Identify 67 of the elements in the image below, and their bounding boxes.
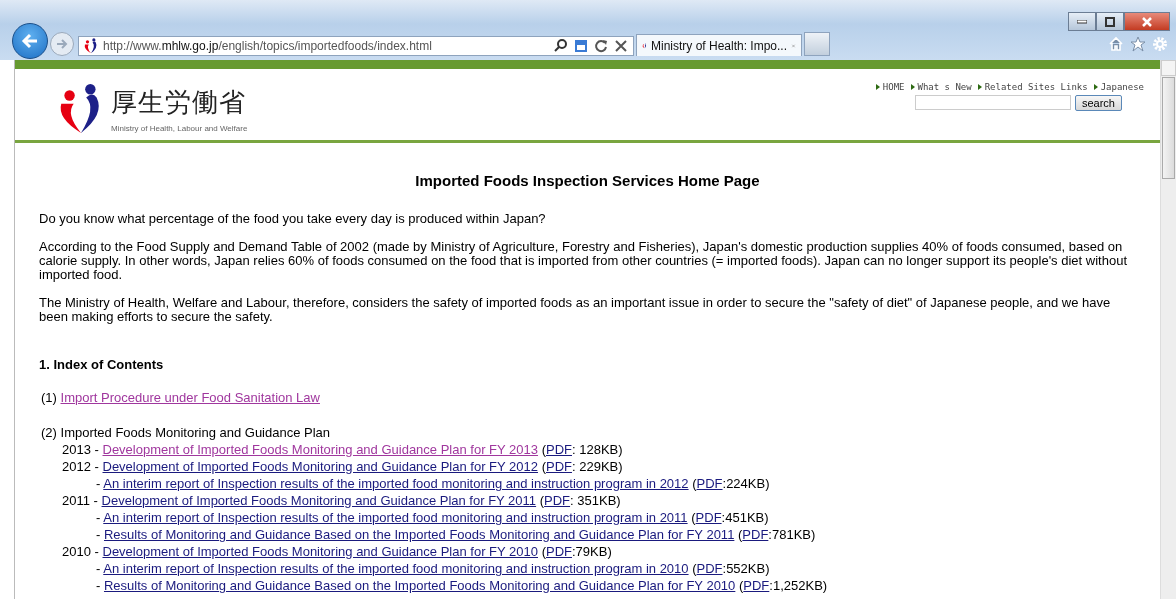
close-button[interactable] — [1124, 12, 1170, 31]
close-icon — [1142, 16, 1152, 27]
minimize-icon — [1077, 19, 1087, 24]
logo-subtitle: Ministry of Health, Labour and Welfare — [111, 123, 248, 133]
compat-view-icon[interactable] — [573, 38, 589, 54]
right-arrow-icon — [56, 38, 68, 50]
pdf-link[interactable]: PDF — [546, 459, 572, 474]
scrollbar[interactable] — [1160, 60, 1176, 599]
list-entry: - Results of Monitoring and Guidance Based on the Imported Foods Monitoring and Guidance Plan for FY 2011 (PDF:781KB) — [96, 526, 817, 543]
close-icon[interactable] — [613, 38, 629, 54]
triangle-icon — [910, 84, 915, 90]
forward-button[interactable] — [50, 32, 74, 56]
home-icon[interactable] — [1108, 36, 1124, 52]
triangle-icon — [1093, 84, 1098, 90]
document-link[interactable]: Development of Imported Foods Monitoring and Guidance Plan for FY 2013 — [102, 442, 538, 457]
pdf-link[interactable]: PDF — [743, 578, 770, 593]
document-link[interactable]: Development of Imported Foods Monitoring and Guidance Plan for FY 2010 — [102, 544, 538, 559]
document-link[interactable]: Import Procedure under Food Sanitation Law — [60, 390, 320, 405]
list-entry: 2011 - Development of Imported Foods Monitoring and Guidance Plan for FY 2011 (PDF: 351KB) — [62, 492, 622, 509]
document-link[interactable]: Results of Monitoring and Guidance Based on the Imported Foods Monitoring and Guidance Plan for FY 2011 — [103, 527, 735, 542]
nav-link[interactable]: Japanese — [1093, 82, 1144, 92]
browser-tab[interactable]: Ministry of Health: Impo... — [636, 34, 802, 56]
triangle-icon — [875, 84, 880, 90]
list-entry: 2010 - Development of Imported Foods Monitoring and Guidance Plan for FY 2010 (PDF:79KB) — [62, 543, 613, 560]
refresh-icon[interactable] — [593, 38, 609, 54]
paragraph: According to the Food Supply and Demand Table of 2002 (made by Ministry of Agriculture, Forestry and Fisheries), Japan's domestic production supplies 40% of foods consumed, based on calorie supply. In other words, Japan relies 60% of foods consumed on the food that is imported from other countries (= imported foods). Japan can no longer support its people's diet without imported food. — [39, 240, 1128, 282]
nav-link[interactable]: Related Sites Links — [977, 82, 1088, 92]
maximize-icon — [1105, 16, 1115, 27]
paragraph: Do you know what percentage of the food you take every day is produced within Japan? — [39, 212, 547, 226]
pdf-link[interactable]: PDF — [546, 442, 572, 457]
document-link[interactable]: An interim report of Inspection results of the imported food monitoring and instruction program in 2010 — [103, 561, 689, 576]
heart-figures-logo-icon — [83, 38, 99, 54]
pdf-link[interactable]: PDF — [696, 561, 723, 576]
pdf-link[interactable]: PDF — [696, 476, 723, 491]
paragraph: The Ministry of Health, Welfare and Labour, therefore, considers the safety of imported foods as an important issue in order to secure the "safety of diet" of Japanese people, and we have been making efforts to secure the safety. — [39, 296, 1112, 324]
list-heading: (2) Imported Foods Monitoring and Guidance Plan — [41, 424, 332, 441]
logo-text: 厚生労働省 — [111, 86, 246, 117]
triangle-icon — [977, 84, 982, 90]
list-entry: 2012 - Development of Imported Foods Monitoring and Guidance Plan for FY 2012 (PDF: 229KB) — [62, 458, 624, 475]
left-arrow-icon — [21, 32, 39, 50]
star-icon[interactable] — [1130, 36, 1146, 52]
new-tab-button[interactable] — [804, 32, 830, 56]
nav-link[interactable]: HOME — [875, 82, 905, 92]
document-link[interactable]: Results of Monitoring and Guidance Based on the Imported Foods Monitoring and Guidance Plan for FY 2010 — [103, 578, 736, 593]
maximize-button[interactable] — [1096, 12, 1124, 31]
list-entry: - An interim report of Inspection results of the imported food monitoring and instruction program in 2012 (PDF:224KB) — [96, 475, 771, 492]
minimize-button[interactable] — [1068, 12, 1096, 31]
page-heading: Imported Foods Inspection Services Home Page — [414, 174, 761, 188]
pdf-link[interactable]: PDF — [742, 527, 769, 542]
search-button[interactable]: search — [1074, 95, 1122, 111]
pdf-link[interactable]: PDF — [695, 510, 722, 525]
search-icon[interactable] — [553, 38, 569, 54]
document-link[interactable]: An interim report of Inspection results of the imported food monitoring and instruction program in 2011 — [103, 510, 688, 525]
document-link[interactable]: Development of Imported Foods Monitoring and Guidance Plan for FY 2011 — [101, 493, 537, 508]
back-button[interactable] — [12, 23, 48, 59]
list-entry: (1) Import Procedure under Food Sanitation Law — [41, 389, 321, 406]
nav-link[interactable]: What s New — [910, 82, 972, 92]
document-link[interactable]: An interim report of Inspection results of the imported food monitoring and instruction program in 2012 — [103, 476, 689, 491]
address-bar[interactable]: http://www.mhlw.go.jp/english/topics/importedfoods/index.html — [78, 36, 634, 56]
list-entry: - Results of Monitoring and Guidance Based on the Imported Foods Monitoring and Guidance Plan for FY 2010 (PDF:1,252KB) — [96, 577, 829, 594]
pdf-link[interactable]: PDF — [546, 544, 572, 559]
list-entry: - An interim report of Inspection results of the imported food monitoring and instruction program in 2010 (PDF:552KB) — [96, 560, 771, 577]
search-field[interactable] — [914, 95, 1071, 110]
list-entry: - An interim report of Inspection results of the imported food monitoring and instruction program in 2011 (PDF:451KB) — [96, 509, 770, 526]
document-link[interactable]: Development of Imported Foods Monitoring and Guidance Plan for FY 2012 — [102, 459, 538, 474]
section-title: 1. Index of Contents — [39, 358, 165, 372]
list-entry: 2013 - Development of Imported Foods Monitoring and Guidance Plan for FY 2013 (PDF: 128KB) — [62, 441, 624, 458]
